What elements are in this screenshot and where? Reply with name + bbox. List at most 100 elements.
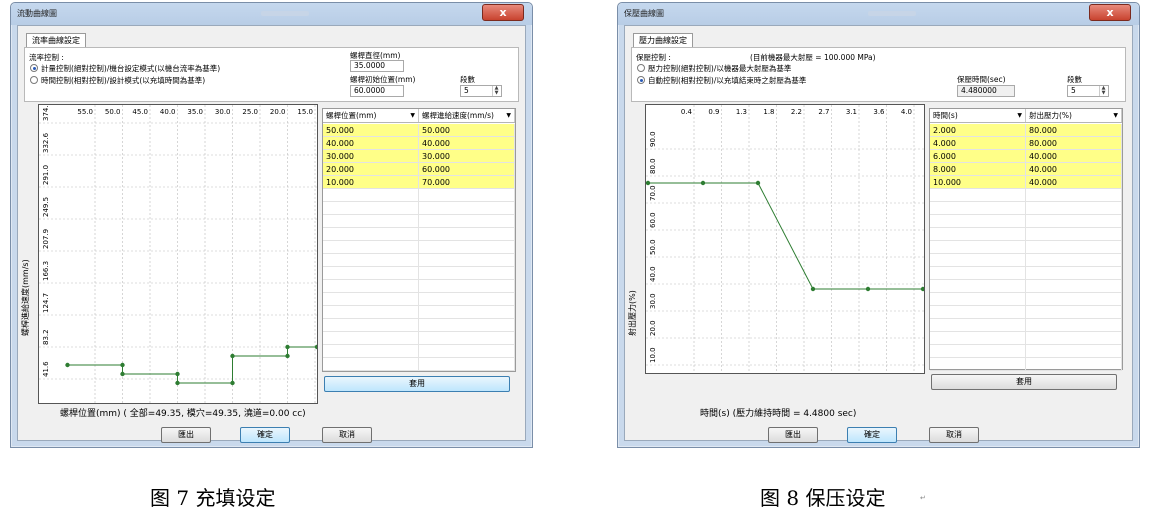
table-cell[interactable] (930, 332, 1026, 345)
table-row[interactable] (323, 228, 515, 241)
table-row[interactable] (930, 241, 1122, 254)
table-cell[interactable] (323, 358, 419, 371)
table-cell[interactable]: 2.000 (930, 124, 1026, 137)
table-cell[interactable]: 8.000 (930, 163, 1026, 176)
diameter-field[interactable]: 35.0000 (350, 60, 404, 72)
table-cell[interactable] (323, 345, 419, 358)
title-bar[interactable]: 流動曲線圖 x (11, 3, 532, 25)
table-row[interactable] (323, 319, 515, 332)
tab-flow-rate-curve[interactable]: 流率曲線設定 (26, 33, 86, 48)
table-row[interactable] (930, 319, 1122, 332)
table-cell[interactable] (930, 228, 1026, 241)
table-cell[interactable] (930, 319, 1026, 332)
table-cell[interactable]: 50.000 (323, 124, 419, 137)
cancel-button[interactable]: 取消 (929, 427, 979, 443)
column-header-speed[interactable]: 螺桿進給速度(mm/s) ▼ (419, 109, 515, 122)
table-row[interactable] (930, 215, 1122, 228)
table-cell[interactable] (419, 280, 515, 293)
table-cell[interactable]: 20.000 (323, 163, 419, 176)
cancel-button[interactable]: 取消 (322, 427, 372, 443)
table-row[interactable]: 6.000 40.000 (930, 150, 1122, 163)
table-row[interactable] (930, 358, 1122, 371)
radio-time-control[interactable] (30, 76, 38, 84)
table-row[interactable] (323, 254, 515, 267)
export-button[interactable]: 匯出 (768, 427, 818, 443)
table-cell[interactable] (323, 202, 419, 215)
table-row[interactable] (323, 241, 515, 254)
table-cell[interactable] (323, 254, 419, 267)
table-row[interactable]: 40.000 40.000 (323, 137, 515, 150)
table-row[interactable]: 4.000 80.000 (930, 137, 1122, 150)
table-cell[interactable] (930, 189, 1026, 202)
table-cell[interactable] (930, 254, 1026, 267)
segments-stepper[interactable]: 5 ▲ ▼ (460, 85, 502, 97)
table-cell[interactable] (1026, 189, 1122, 202)
apply-button[interactable]: 套用 (931, 374, 1117, 390)
table-cell[interactable]: 80.000 (1026, 124, 1122, 137)
table-cell[interactable]: 6.000 (930, 150, 1026, 163)
tab-pressure-curve[interactable]: 壓力曲線設定 (633, 33, 693, 48)
table-cell[interactable] (323, 267, 419, 280)
table-cell[interactable] (1026, 254, 1122, 267)
table-cell[interactable] (930, 202, 1026, 215)
table-row[interactable]: 50.000 50.000 (323, 124, 515, 137)
table-cell[interactable] (419, 267, 515, 280)
table-cell[interactable] (1026, 345, 1122, 358)
table-row[interactable] (323, 215, 515, 228)
table-cell[interactable]: 40.000 (1026, 150, 1122, 163)
table-cell[interactable]: 80.000 (1026, 137, 1122, 150)
table-row[interactable] (930, 293, 1122, 306)
table-row[interactable] (323, 293, 515, 306)
table-row[interactable]: 2.000 80.000 (930, 124, 1122, 137)
table-cell[interactable]: 40.000 (323, 137, 419, 150)
table-cell[interactable]: 60.000 (419, 163, 515, 176)
table-row[interactable]: 10.000 70.000 (323, 176, 515, 189)
table-cell[interactable] (419, 345, 515, 358)
table-cell[interactable]: 30.000 (419, 150, 515, 163)
table-cell[interactable]: 70.000 (419, 176, 515, 189)
radio-pressure-control[interactable] (637, 64, 645, 72)
table-row[interactable] (323, 202, 515, 215)
table-cell[interactable] (419, 358, 515, 371)
table-row[interactable] (930, 345, 1122, 358)
table-row[interactable] (323, 280, 515, 293)
column-header-time[interactable]: 時間(s) ▼ (930, 109, 1026, 122)
table-cell[interactable] (1026, 202, 1122, 215)
apply-button[interactable]: 套用 (324, 376, 510, 392)
ok-button[interactable]: 確定 (847, 427, 897, 443)
table-cell[interactable] (1026, 228, 1122, 241)
table-cell[interactable] (323, 332, 419, 345)
table-row[interactable] (323, 306, 515, 319)
table-cell[interactable] (930, 345, 1026, 358)
table-cell[interactable] (1026, 319, 1122, 332)
table-row[interactable]: 8.000 40.000 (930, 163, 1122, 176)
table-cell[interactable] (323, 280, 419, 293)
radio-auto-control[interactable] (637, 76, 645, 84)
table-cell[interactable] (930, 293, 1026, 306)
table-cell[interactable] (419, 254, 515, 267)
table-cell[interactable]: 40.000 (419, 137, 515, 150)
table-cell[interactable] (1026, 280, 1122, 293)
table-row[interactable] (323, 358, 515, 371)
table-row[interactable]: 10.000 40.000 (930, 176, 1122, 189)
init-pos-field[interactable]: 60.0000 (350, 85, 404, 97)
table-cell[interactable] (323, 306, 419, 319)
table-cell[interactable] (323, 189, 419, 202)
export-button[interactable]: 匯出 (161, 427, 211, 443)
table-cell[interactable]: 30.000 (323, 150, 419, 163)
table-cell[interactable]: 40.000 (1026, 163, 1122, 176)
data-grid[interactable]: 螺桿位置(mm) ▼ 螺桿進給速度(mm/s) ▼ 50.000 50.000 40.0… (322, 108, 516, 372)
table-cell[interactable] (1026, 332, 1122, 345)
table-cell[interactable]: 50.000 (419, 124, 515, 137)
table-cell[interactable] (1026, 241, 1122, 254)
table-row[interactable] (323, 189, 515, 202)
table-cell[interactable]: 4.000 (930, 137, 1026, 150)
table-cell[interactable] (419, 228, 515, 241)
spin-arrows-icon[interactable]: ▲ ▼ (1099, 86, 1107, 96)
data-grid[interactable]: 時間(s) ▼ 射出壓力(%) ▼ 2.000 80.000 4.000 80.000 6.… (929, 108, 1123, 371)
table-cell[interactable] (419, 293, 515, 306)
table-cell[interactable]: 10.000 (930, 176, 1026, 189)
table-row[interactable] (930, 267, 1122, 280)
table-cell[interactable] (323, 228, 419, 241)
table-row[interactable] (930, 306, 1122, 319)
